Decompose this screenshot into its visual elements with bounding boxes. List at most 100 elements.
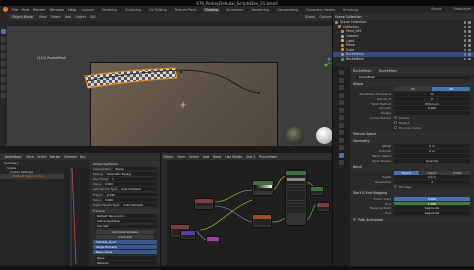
3d-viewport[interactable]: (120) RuckeMesh: [7, 26, 332, 146]
fcurve-row[interactable]: Default Value Anim...: [90, 214, 160, 219]
graph-menu-marker[interactable]: Marker: [50, 155, 61, 159]
property-field[interactable]: Segments: [394, 206, 470, 210]
property-field[interactable]: 0 m: [394, 144, 470, 148]
property-field[interactable]: 0: [394, 97, 470, 101]
node-menu-add[interactable]: Add: [203, 155, 209, 159]
workspace-tab-geometry-nodes[interactable]: Geometry Nodes: [304, 8, 337, 12]
curve-data-tab-icon[interactable]: [339, 153, 344, 158]
material-output-node[interactable]: [316, 202, 330, 212]
node-menu-use-nodes[interactable]: Use Nodes: [225, 155, 242, 159]
add-input-button[interactable]: Add Input: [96, 235, 154, 239]
graph-menu-key[interactable]: Key: [80, 155, 86, 159]
workspace-tab-layout[interactable]: Layout: [80, 8, 96, 12]
navigation-gizmo-icon[interactable]: [322, 56, 332, 70]
property-field[interactable]: 1.000: [394, 202, 470, 206]
mix-shader-node[interactable]: [310, 186, 324, 196]
scene-selector[interactable]: Scene ViewLayer: [431, 7, 471, 11]
eye-icon[interactable]: [464, 39, 467, 42]
driver-variable-row[interactable]: Single Property: [93, 245, 157, 249]
visibility-toggles[interactable]: [464, 30, 471, 33]
property-checkbox-wrap[interactable]: Stretch: [394, 121, 474, 125]
color-ramp-node[interactable]: [252, 180, 274, 196]
fcurve-field[interactable]: Active Keyframe: [95, 219, 157, 223]
workspace-tab-shading[interactable]: Shading: [203, 8, 221, 12]
property-checkbox-wrap[interactable]: Bounds Clamp: [394, 126, 474, 130]
workspace-tab-uv-editing[interactable]: UV Editing: [147, 8, 169, 12]
camera-render-icon[interactable]: [468, 21, 471, 24]
principled-bsdf-node[interactable]: [285, 170, 307, 226]
rotate-tool-icon[interactable]: [1, 53, 6, 58]
camera-render-icon[interactable]: [468, 35, 471, 38]
menu-edit[interactable]: Edit: [22, 8, 29, 12]
eye-icon[interactable]: [464, 58, 467, 61]
node-menu-select[interactable]: Select: [189, 155, 199, 159]
property-field[interactable]: 0 m: [394, 149, 470, 153]
physics-tab-icon[interactable]: [339, 138, 344, 143]
keyframe-property-field[interactable]: 0.000: [103, 198, 157, 202]
graph-menu-channel[interactable]: Channel: [64, 155, 77, 159]
property-field[interactable]: 4: [394, 180, 470, 184]
visibility-toggles[interactable]: [464, 44, 471, 47]
modifier-tab-icon[interactable]: [339, 123, 344, 128]
viewport-menu-select[interactable]: Select: [51, 15, 61, 19]
annotate-tool-icon[interactable]: [1, 77, 6, 82]
eye-icon[interactable]: [464, 49, 467, 52]
eye-icon[interactable]: [464, 35, 467, 38]
property-checkbox-wrap[interactable]: Fill Caps: [394, 185, 474, 189]
graph-menu-view[interactable]: View: [26, 155, 34, 159]
shader-node-editor[interactable]: [160, 160, 332, 266]
cursor-tool-icon[interactable]: [1, 37, 6, 42]
workspace-tab-scripting[interactable]: Scripting: [341, 8, 360, 12]
viewport-menu-add[interactable]: Add: [65, 15, 71, 19]
workspace-tab-rendering[interactable]: Rendering: [250, 8, 271, 12]
attribute-node[interactable]: [194, 198, 214, 210]
viewport-menu-gis[interactable]: GIS: [90, 15, 96, 19]
property-field[interactable]: Minimum: [394, 102, 470, 106]
graph-mode-dropdown[interactable]: Animation: [3, 155, 23, 159]
keyframe-property-field[interactable]: Auto Clamped: [121, 203, 157, 207]
camera-render-icon[interactable]: [468, 39, 471, 42]
fcurve-field[interactable]: Default Value Anim...: [95, 214, 157, 218]
property-field[interactable]: Segments: [394, 211, 470, 215]
tab-2d[interactable]: 2D: [394, 87, 432, 91]
image-texture-node[interactable]: [252, 214, 272, 228]
visibility-toggles[interactable]: [464, 21, 471, 24]
bevel-object[interactable]: Object: [420, 171, 445, 175]
property-field[interactable]: 12: [394, 92, 470, 96]
output-tab-icon[interactable]: [339, 85, 344, 90]
visibility-toggles[interactable]: [464, 58, 471, 61]
property-field[interactable]: [394, 154, 470, 158]
slot-dropdown[interactable]: Slot 1: [246, 155, 255, 159]
keyframe-property-field[interactable]: Auto Clamped: [119, 187, 157, 191]
viewport-global-dropdown[interactable]: Global: [305, 15, 316, 19]
eye-icon[interactable]: [464, 44, 467, 47]
checkbox[interactable]: [394, 126, 397, 129]
view-layer-tab-icon[interactable]: [339, 93, 344, 98]
eye-icon[interactable]: [464, 53, 467, 56]
fcurve-row[interactable]: Use Self: [90, 224, 160, 229]
view-layer-name[interactable]: ViewLayer: [454, 7, 472, 11]
camera-render-icon[interactable]: [468, 44, 471, 47]
camera-render-icon[interactable]: [468, 53, 471, 56]
material-name-field[interactable]: RuckeMesh: [259, 155, 277, 159]
world-tab-icon[interactable]: [339, 108, 344, 113]
driver-variable-row[interactable]: Variable_Input: [93, 240, 157, 244]
eye-icon[interactable]: [464, 26, 467, 29]
scene-tab-icon[interactable]: [339, 100, 344, 105]
visibility-toggles[interactable]: [464, 26, 471, 29]
transform-tool-icon[interactable]: [1, 69, 6, 74]
workspace-tab-texture-paint[interactable]: Texture Paint: [173, 8, 199, 12]
measure-tool-icon[interactable]: [1, 85, 6, 90]
checkbox[interactable]: [394, 121, 397, 124]
workspace-tab-sculpting[interactable]: Sculpting: [123, 8, 143, 12]
checkbox[interactable]: [394, 185, 397, 188]
node-menu-view[interactable]: View: [177, 155, 185, 159]
keyframe-property-field[interactable]: Automatic Easing: [105, 172, 157, 176]
camera-render-icon[interactable]: [468, 26, 471, 29]
visibility-toggles[interactable]: [464, 53, 471, 56]
tool-tab-icon[interactable]: [339, 70, 344, 75]
outliner-row[interactable]: RuckeMesh: [332, 57, 474, 62]
fcurve-field[interactable]: Use Self: [95, 225, 157, 229]
mapping-node[interactable]: [180, 230, 196, 240]
path-animation-section[interactable]: Path Animation: [350, 217, 474, 223]
